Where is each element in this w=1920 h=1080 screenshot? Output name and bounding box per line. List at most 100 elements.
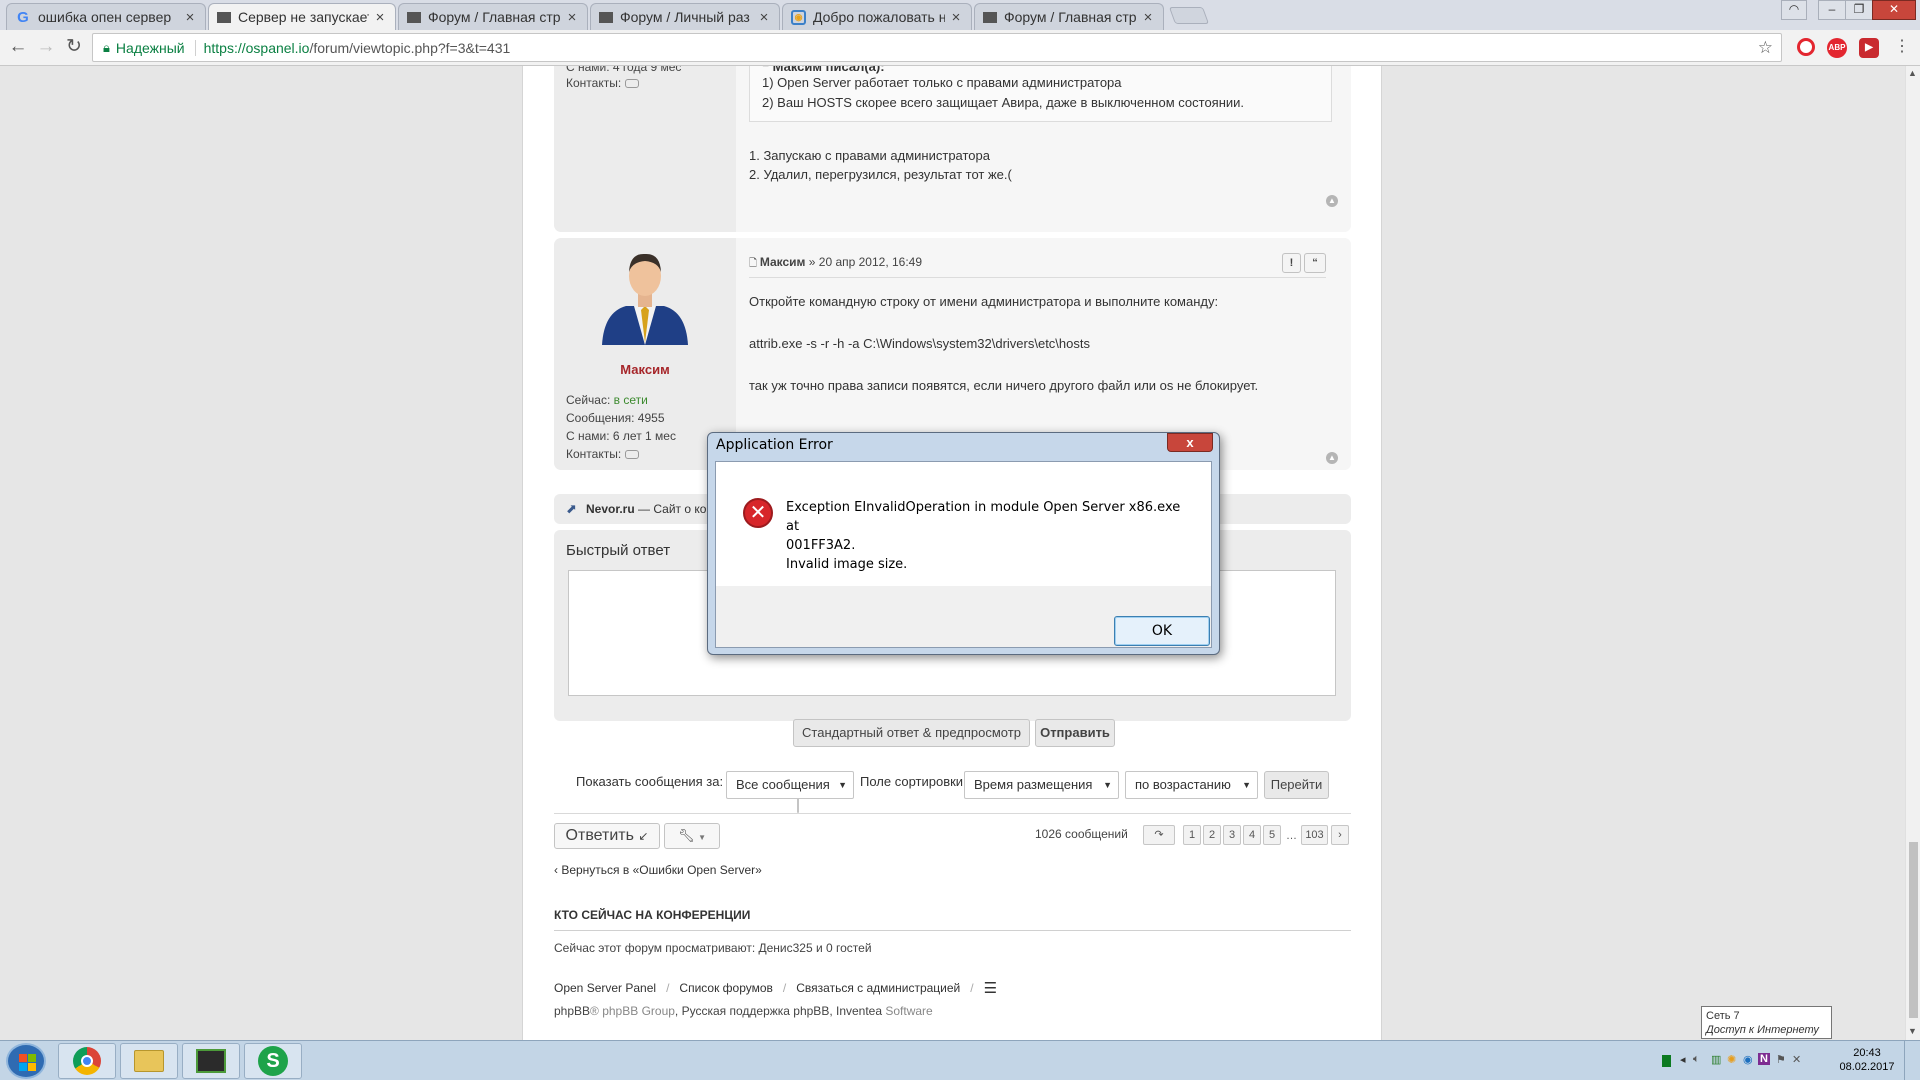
jump-to-page-icon[interactable]: ↷ bbox=[1143, 825, 1175, 845]
network-icon[interactable]: ▥ bbox=[1711, 1053, 1721, 1066]
breadcrumb-separator: / bbox=[666, 981, 670, 995]
close-icon[interactable]: × bbox=[565, 9, 579, 26]
network-tooltip: Сеть 7 Доступ к Интернету bbox=[1701, 1006, 1832, 1039]
sort-field-select[interactable]: Время размещения ▼ bbox=[964, 771, 1119, 799]
close-icon[interactable]: × bbox=[1141, 9, 1155, 26]
windows-taskbar: S ◂ 🔈︎ ▥ ✺ ◉ N ⚑ ✕ 20:43 08.02.2017 bbox=[0, 1040, 1920, 1080]
browser-tab[interactable]: Форум / Личный раз × bbox=[590, 3, 780, 30]
taskbar-chrome[interactable] bbox=[58, 1043, 116, 1079]
restore-button[interactable]: ❐ bbox=[1845, 0, 1873, 20]
page-icon bbox=[407, 11, 421, 23]
menu-dots-icon[interactable]: ⋮ bbox=[1890, 36, 1914, 60]
url-field[interactable]: 🔒︎ Надежный https://ospanel.io/forum/vie… bbox=[92, 33, 1782, 62]
period-value: Все сообщения bbox=[736, 777, 830, 792]
credits-support[interactable]: , Русская поддержка phpBB, Inventea bbox=[675, 1004, 882, 1018]
chat-icon[interactable] bbox=[624, 79, 639, 89]
page-scrollbar[interactable]: ▲ ▼ bbox=[1905, 66, 1920, 1040]
status-value: в сети bbox=[613, 393, 648, 407]
tray-shield-icon[interactable]: ◉ bbox=[1743, 1053, 1753, 1066]
report-button[interactable]: ! bbox=[1282, 253, 1301, 273]
new-tab-button[interactable] bbox=[1168, 7, 1210, 24]
tab-title: Форум / Главная стр bbox=[1004, 9, 1137, 25]
tray-sun-icon[interactable]: ✺ bbox=[1727, 1053, 1736, 1066]
credits-phpbb[interactable]: phpBB bbox=[554, 1004, 590, 1018]
post-author-link[interactable]: Максим bbox=[760, 255, 806, 269]
page-link-last[interactable]: 103 bbox=[1301, 825, 1328, 845]
extension-icon[interactable]: ▶ bbox=[1859, 38, 1879, 58]
scroll-up-icon[interactable]: ▲ bbox=[1908, 68, 1917, 78]
taskbar-skype[interactable]: S bbox=[244, 1043, 302, 1079]
browser-tab[interactable]: Форум / Главная стр × bbox=[398, 3, 588, 30]
back-to-forum-link[interactable]: ‹ Вернуться в «Ошибки Open Server» bbox=[554, 863, 762, 877]
show-desktop-button[interactable] bbox=[1904, 1041, 1920, 1080]
tab-title: Форум / Личный раз bbox=[620, 9, 750, 25]
user-profile-icon[interactable]: ◠ bbox=[1781, 0, 1807, 20]
hamburger-menu-icon[interactable]: ☰ bbox=[984, 979, 997, 997]
taskbar-terminal[interactable] bbox=[182, 1043, 240, 1079]
post-author[interactable]: Максим bbox=[554, 362, 736, 377]
back-to-top-icon[interactable]: ▲ bbox=[1326, 452, 1338, 464]
preview-button[interactable]: Стандартный ответ & предпросмотр bbox=[793, 719, 1030, 747]
ok-button[interactable]: OK bbox=[1114, 616, 1210, 646]
keyboard-icon[interactable]: ✕ bbox=[1792, 1053, 1801, 1066]
sort-order-select[interactable]: по возрастанию ▼ bbox=[1125, 771, 1258, 799]
go-button[interactable]: Перейти bbox=[1264, 771, 1329, 799]
chat-icon[interactable] bbox=[624, 450, 639, 460]
page-link[interactable]: 4 bbox=[1243, 825, 1261, 845]
tab-title: Форум / Главная стр bbox=[428, 9, 561, 25]
close-icon[interactable]: × bbox=[183, 9, 197, 26]
start-button[interactable] bbox=[6, 1043, 46, 1079]
dialog-title: Application Error bbox=[716, 437, 833, 453]
speaker-icon[interactable]: 🔈︎ bbox=[1693, 1053, 1700, 1066]
tools-button[interactable]: 🔧︎ ▼ bbox=[664, 823, 720, 849]
quick-reply-title: Быстрый ответ bbox=[566, 542, 671, 559]
window-close-button[interactable]: ✕ bbox=[1872, 0, 1916, 20]
post-icon: 🗋︎ bbox=[749, 258, 760, 269]
back-to-top-icon[interactable]: ▲ bbox=[1326, 195, 1338, 207]
footer-link[interactable]: Open Server Panel bbox=[554, 981, 656, 995]
dialog-close-button[interactable]: x bbox=[1167, 433, 1213, 452]
period-select[interactable]: Все сообщения ▼ bbox=[726, 771, 854, 799]
close-icon[interactable]: × bbox=[373, 9, 387, 26]
online-text: Сейчас этот форум просматривают: Денис32… bbox=[554, 941, 872, 955]
browser-tab-active[interactable]: Сервер не запускает × bbox=[208, 3, 396, 30]
scrollbar-thumb[interactable] bbox=[1909, 842, 1918, 1018]
clock[interactable]: 20:43 08.02.2017 bbox=[1838, 1046, 1896, 1074]
tray-app-icon[interactable] bbox=[1662, 1055, 1671, 1067]
reply-label: Ответить bbox=[565, 827, 634, 844]
browser-tab[interactable]: ◉ Добро пожаловать н × bbox=[782, 3, 972, 30]
footer-link[interactable]: Связаться с администрацией bbox=[796, 981, 960, 995]
page-link[interactable]: 1 bbox=[1183, 825, 1201, 845]
reload-icon[interactable]: ↻ bbox=[62, 36, 86, 60]
network-status: Доступ к Интернету bbox=[1706, 1024, 1819, 1036]
browser-tab[interactable]: Форум / Главная стр × bbox=[974, 3, 1164, 30]
post-text-line: так уж точно права записи появятся, если… bbox=[749, 378, 1259, 393]
tray-arrow-icon[interactable]: ◂ bbox=[1680, 1053, 1686, 1066]
reply-button[interactable]: Ответить ↙ bbox=[554, 823, 660, 849]
next-page-icon[interactable]: › bbox=[1331, 825, 1349, 845]
bookmark-star-icon[interactable]: ☆ bbox=[1758, 38, 1773, 58]
page-link[interactable]: 2 bbox=[1203, 825, 1221, 845]
opera-icon[interactable] bbox=[1797, 38, 1815, 56]
page-link[interactable]: 3 bbox=[1223, 825, 1241, 845]
footer-link[interactable]: Список форумов bbox=[679, 981, 773, 995]
flag-icon[interactable]: ⚑ bbox=[1776, 1053, 1786, 1066]
divider bbox=[554, 930, 1351, 931]
forward-arrow-icon[interactable]: → bbox=[34, 36, 58, 60]
folder-icon bbox=[134, 1050, 164, 1072]
adblock-icon[interactable]: ABP bbox=[1827, 38, 1847, 58]
ad-text[interactable]: Nevor.ru — Сайт о ко bbox=[586, 502, 706, 516]
browser-tab[interactable]: G ошибка опен сервер × bbox=[6, 3, 206, 30]
scroll-down-icon[interactable]: ▼ bbox=[1908, 1026, 1917, 1036]
footer-nav: Open Server Panel / Список форумов / Свя… bbox=[554, 979, 997, 997]
close-icon[interactable]: × bbox=[757, 9, 771, 26]
submit-button[interactable]: Отправить bbox=[1035, 719, 1115, 747]
back-arrow-icon[interactable]: ← bbox=[6, 36, 30, 60]
onenote-icon[interactable]: N bbox=[1758, 1053, 1770, 1065]
close-icon[interactable]: × bbox=[949, 9, 963, 26]
page-link[interactable]: 5 bbox=[1263, 825, 1281, 845]
reply-arrow-icon: ↙ bbox=[638, 829, 649, 843]
minimize-button[interactable]: – bbox=[1818, 0, 1846, 20]
taskbar-explorer[interactable] bbox=[120, 1043, 178, 1079]
quote-button[interactable]: “ bbox=[1304, 253, 1326, 273]
